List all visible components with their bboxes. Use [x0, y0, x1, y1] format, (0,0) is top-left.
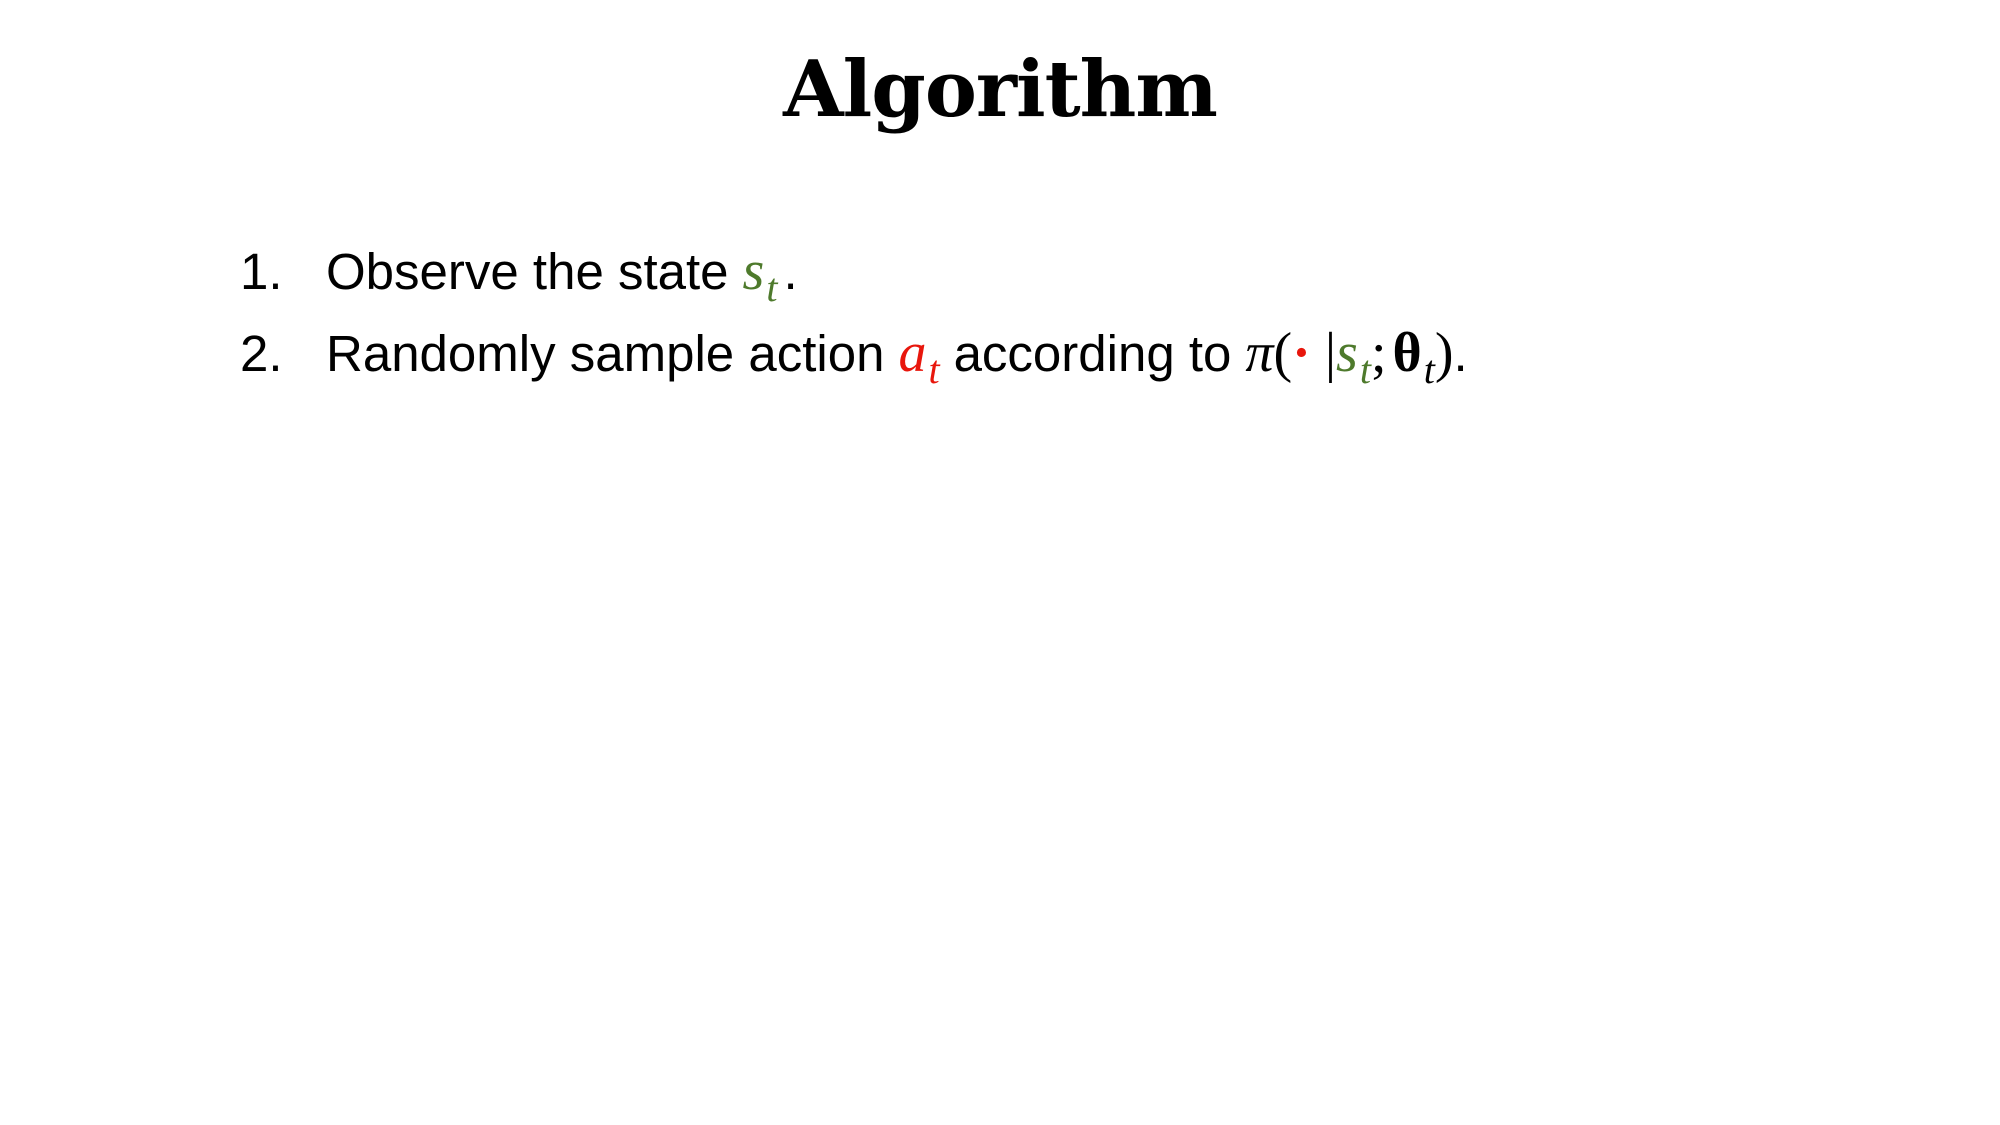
- close-paren: ): [1434, 322, 1454, 384]
- step-number: 1.: [240, 243, 283, 300]
- step-text: Observe the state: [326, 243, 729, 300]
- step-text-after: according to: [953, 325, 1232, 382]
- slide-title: Algorithm: [783, 44, 1218, 135]
- action-subscript: t: [928, 347, 940, 392]
- slide: Algorithm 1. Observe the state s t . 2. …: [0, 0, 2000, 1125]
- policy-symbol: π: [1245, 322, 1274, 384]
- conditional-bar: |: [1324, 322, 1337, 384]
- semicolon: ;: [1370, 322, 1387, 384]
- open-paren: (: [1273, 322, 1293, 384]
- step-end-period: .: [1453, 325, 1468, 382]
- step-end-period: .: [783, 243, 798, 300]
- step-text-before: Randomly sample action: [326, 325, 885, 382]
- algorithm-steps: 1. Observe the state s t . 2. Randomly s…: [240, 230, 1468, 394]
- action-symbol: a: [898, 322, 927, 384]
- state-subscript: t: [766, 265, 778, 310]
- dot-placeholder: ·: [1292, 322, 1311, 384]
- step-sample-action: 2. Randomly sample action a t according …: [240, 312, 1468, 394]
- state-symbol: s: [1336, 322, 1358, 384]
- theta-symbol: θ: [1392, 322, 1422, 384]
- theta-subscript: t: [1423, 347, 1435, 392]
- step-number: 2.: [240, 325, 283, 382]
- step-observe-state: 1. Observe the state s t .: [240, 230, 1468, 312]
- state-subscript: t: [1359, 347, 1371, 392]
- state-symbol: s: [742, 240, 765, 302]
